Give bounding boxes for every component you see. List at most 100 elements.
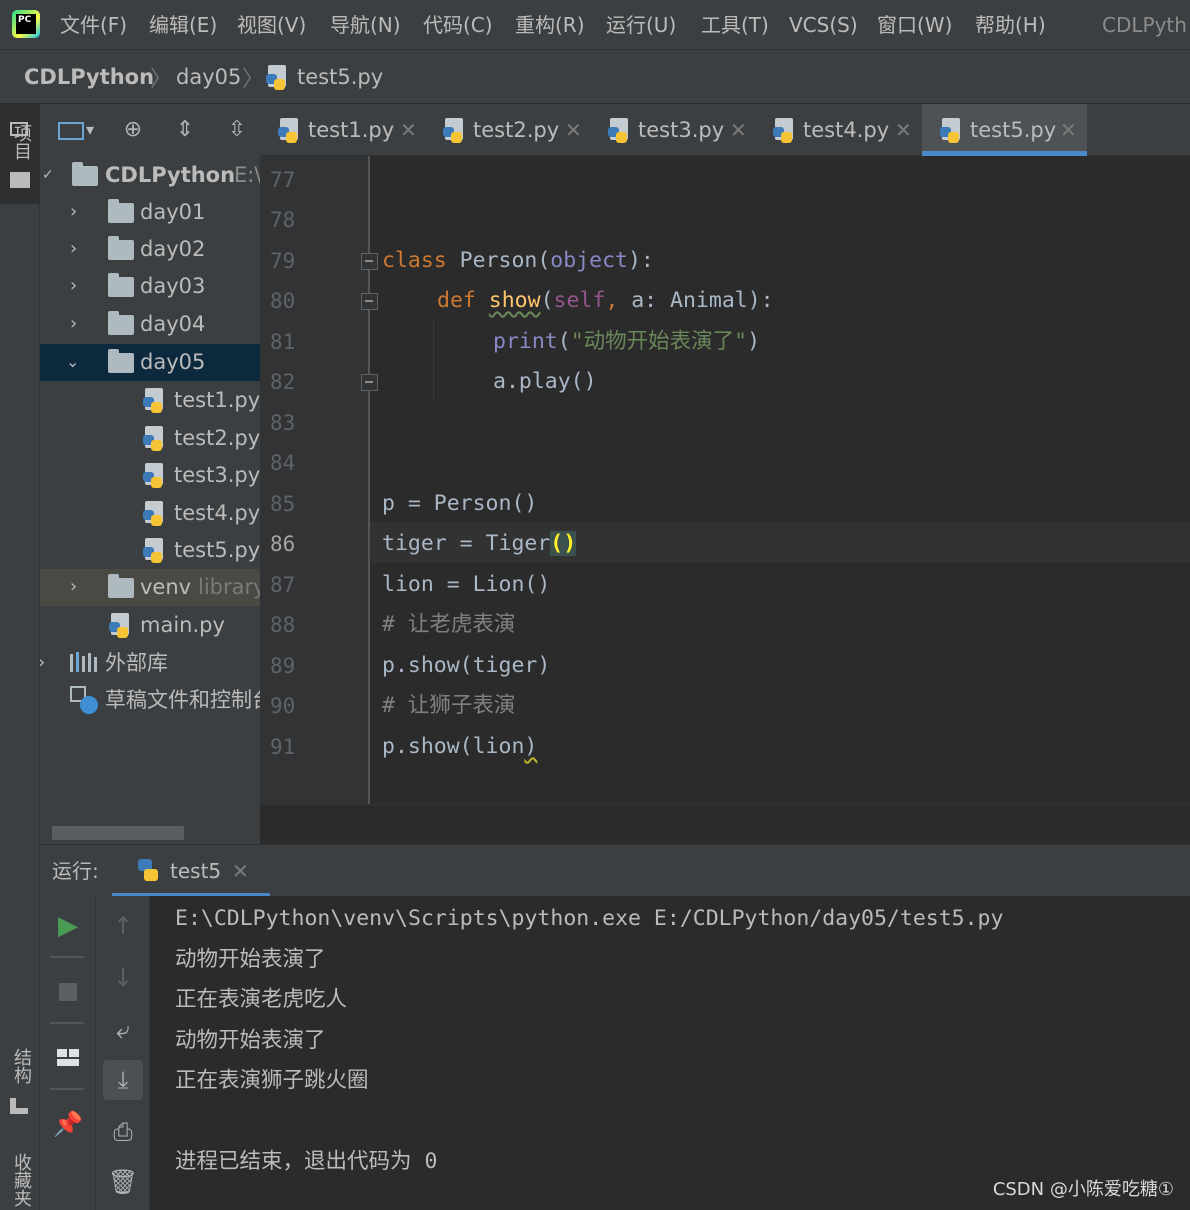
arrow-up-icon[interactable]: ↑	[103, 906, 143, 946]
chevron-right-icon: 〉	[150, 67, 173, 92]
run-tab-test5[interactable]: test5 ✕	[112, 845, 270, 897]
folder-icon	[108, 311, 134, 335]
tree-folder-venv[interactable]: › venv library	[40, 569, 260, 606]
tree-file-test1[interactable]: test1.py	[40, 382, 260, 419]
line-number: 79	[270, 249, 296, 273]
tree-folder-day04[interactable]: › day04	[40, 306, 260, 343]
editor-bottom-area	[260, 804, 1190, 844]
tab-test3[interactable]: test3.py ✕	[590, 104, 755, 156]
menu-vcs[interactable]: VCS(S)	[789, 10, 858, 40]
folder-icon	[108, 273, 134, 297]
locate-icon[interactable]: ⊕	[118, 116, 148, 144]
menu-view[interactable]: 视图(V)	[237, 10, 306, 40]
project-toolbar: ▾ ⊕ ⇕ ⇳	[40, 104, 260, 156]
structure-tool-label: 结构	[11, 1048, 32, 1084]
chevron-right-icon: ›	[70, 238, 78, 259]
toolbar-separator	[50, 1088, 84, 1090]
soft-wrap-icon[interactable]: ⤶	[103, 1010, 143, 1050]
tree-folder-day05[interactable]: ⌄ day05	[40, 344, 260, 381]
python-file-icon	[143, 426, 167, 452]
print-icon[interactable]: ⎙	[103, 1112, 143, 1152]
close-icon[interactable]: ✕	[565, 116, 582, 144]
menu-run[interactable]: 运行(U)	[606, 10, 676, 40]
tree-root[interactable]: ✓ CDLPython E:\	[40, 157, 260, 194]
tree-folder-day02[interactable]: › day02	[40, 231, 260, 268]
menu-code[interactable]: 代码(C)	[423, 10, 493, 40]
breadcrumb: CDLPython 〉 day05 〉 test5.py	[0, 50, 1190, 104]
tree-file-main[interactable]: main.py	[40, 607, 260, 644]
toolbar-separator	[50, 956, 84, 958]
fold-marker-icon[interactable]	[361, 374, 378, 391]
tab-label: test3.py	[638, 118, 725, 142]
layout-icon[interactable]	[48, 1038, 88, 1078]
breadcrumb-project[interactable]: CDLPython	[24, 63, 154, 91]
folder-icon	[108, 574, 134, 598]
tree-folder-day03[interactable]: › day03	[40, 268, 260, 305]
chevron-right-icon: ›	[70, 576, 78, 597]
fold-marker-icon[interactable]	[361, 253, 378, 270]
project-tool-button[interactable]: 项目	[0, 104, 40, 204]
python-icon	[136, 857, 160, 883]
breadcrumb-file[interactable]: test5.py	[297, 63, 383, 91]
menu-window[interactable]: 窗口(W)	[877, 10, 952, 40]
run-panel-header: 运行: test5 ✕	[40, 844, 1190, 897]
python-file-icon	[143, 388, 167, 414]
pin-icon[interactable]: 📌	[48, 1104, 88, 1144]
python-file-icon	[143, 501, 167, 527]
tree-folder-label: day01	[140, 200, 206, 224]
tree-external-libraries[interactable]: › 外部库	[40, 645, 260, 682]
tab-test5[interactable]: test5.py ✕	[922, 104, 1087, 156]
line-number: 82	[270, 370, 296, 394]
tree-file-test3[interactable]: test3.py	[40, 457, 260, 494]
code-line: print("动物开始表演了")	[493, 329, 761, 354]
tab-test1[interactable]: test1.py ✕	[260, 104, 425, 156]
scroll-to-end-icon[interactable]: ⤓	[103, 1060, 143, 1100]
horizontal-scrollbar[interactable]	[52, 826, 184, 840]
structure-tool-button[interactable]: 结构	[0, 1044, 40, 1124]
chevron-right-icon: ›	[40, 650, 45, 676]
breadcrumb-folder[interactable]: day05	[176, 63, 241, 91]
menu-navigate[interactable]: 导航(N)	[330, 10, 401, 40]
trash-icon[interactable]: 🗑	[103, 1162, 143, 1202]
collapse-all-icon[interactable]: ⇳	[222, 116, 252, 144]
tab-test4[interactable]: test4.py ✕	[755, 104, 920, 156]
tree-folder-day01[interactable]: › day01	[40, 194, 260, 231]
tree-scratches[interactable]: 草稿文件和控制台	[40, 682, 260, 719]
rerun-icon[interactable]: ▶	[48, 906, 88, 946]
expand-all-icon[interactable]: ⇕	[170, 116, 200, 144]
menu-tools[interactable]: 工具(T)	[701, 10, 769, 40]
project-view-dropdown-icon[interactable]: ▾	[56, 116, 104, 144]
bookmarks-tool-button[interactable]: 收藏夹	[0, 1149, 40, 1210]
close-icon[interactable]: ✕	[730, 116, 747, 144]
arrow-down-icon[interactable]: ↓	[103, 958, 143, 998]
code-line-current: tiger = Tiger()	[382, 531, 577, 556]
menu-help[interactable]: 帮助(H)	[975, 10, 1046, 40]
line-number: 84	[270, 451, 296, 475]
menu-edit[interactable]: 编辑(E)	[149, 10, 217, 40]
python-file-icon	[143, 463, 167, 489]
indent-guide	[433, 320, 434, 400]
tree-external-libraries-label: 外部库	[105, 651, 168, 675]
code-comment: # 让狮子表演	[382, 693, 516, 718]
menu-file[interactable]: 文件(F)	[60, 10, 127, 40]
check-icon: ✓	[42, 167, 54, 183]
bookmarks-tool-label: 收藏夹	[11, 1153, 32, 1207]
tab-test2[interactable]: test2.py ✕	[425, 104, 590, 156]
close-icon[interactable]: ✕	[1060, 116, 1077, 144]
fold-marker-icon[interactable]	[361, 293, 378, 310]
close-icon[interactable]: ✕	[400, 116, 417, 144]
tree-file-test5[interactable]: test5.py	[40, 532, 260, 569]
code-line: lion = Lion()	[382, 572, 551, 597]
close-icon[interactable]: ✕	[232, 857, 249, 885]
python-file-icon	[443, 118, 467, 144]
close-icon[interactable]: ✕	[895, 116, 912, 144]
tree-file-test2[interactable]: test2.py	[40, 420, 260, 457]
tree-file-label: test3.py	[174, 463, 260, 487]
menu-refactor[interactable]: 重构(R)	[515, 10, 585, 40]
line-number: 85	[270, 492, 296, 516]
tree-file-test4[interactable]: test4.py	[40, 495, 260, 532]
python-file-icon	[266, 65, 290, 91]
stop-icon[interactable]	[48, 972, 88, 1012]
python-file-icon	[940, 118, 964, 144]
library-icon	[70, 652, 98, 674]
